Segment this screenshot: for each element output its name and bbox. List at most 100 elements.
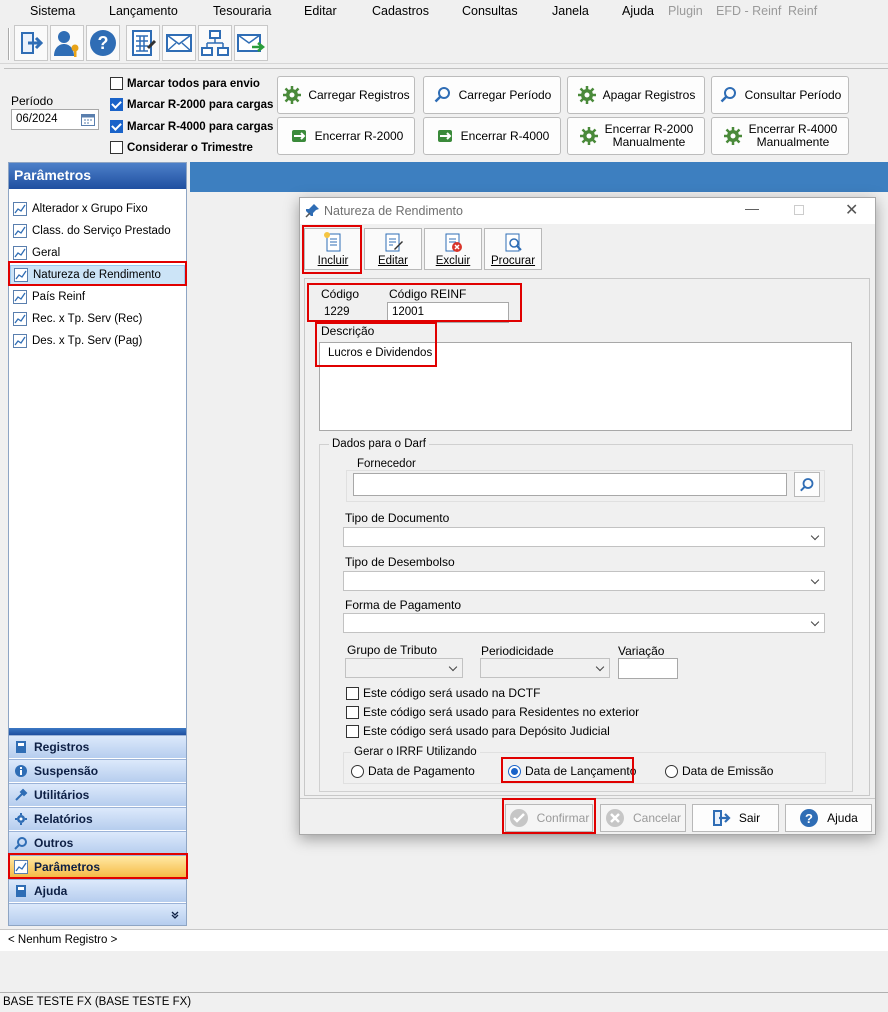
editar-label: Editar: [377, 255, 409, 267]
section-ajuda[interactable]: Ajuda: [9, 879, 186, 902]
sidebar-item-alterador[interactable]: Alterador x Grupo Fixo: [13, 199, 148, 219]
excluir-label: Excluir: [435, 255, 471, 267]
menu-ajuda[interactable]: Ajuda: [622, 4, 654, 18]
menu-consultas[interactable]: Consultas: [462, 4, 518, 18]
highlight-radio-lancamento: [501, 757, 634, 783]
fornecedor-field[interactable]: [353, 473, 787, 496]
minimize-button[interactable]: —: [745, 200, 759, 216]
search-icon: [434, 87, 450, 103]
periodo-field[interactable]: 06/2024: [11, 109, 99, 130]
marcar-r2000-box[interactable]: [110, 98, 123, 111]
mail-send-button[interactable]: [234, 25, 268, 61]
tipo-documento-select[interactable]: [343, 527, 825, 547]
section-suspensao[interactable]: Suspensão: [9, 759, 186, 782]
carregar-registros-label: Carregar Registros: [308, 87, 410, 102]
search-icon: [800, 477, 814, 491]
ajuda-button[interactable]: ? Ajuda: [785, 804, 872, 832]
search-icon: [14, 837, 27, 850]
close-period-icon: [291, 130, 306, 142]
section-utilitarios[interactable]: Utilitários: [9, 783, 186, 806]
marcar-todos-label: Marcar todos para envio: [127, 77, 260, 90]
section-outros[interactable]: Outros: [9, 831, 186, 854]
encerrar-r4000-button[interactable]: Encerrar R-4000: [423, 117, 561, 155]
section-relatorios[interactable]: Relatórios: [9, 807, 186, 830]
periodicidade-select[interactable]: [480, 658, 610, 678]
residentes-checkbox[interactable]: Este código será usado para Residentes n…: [346, 705, 639, 719]
grupo-tributo-label: Grupo de Tributo: [347, 643, 438, 657]
network-button[interactable]: [198, 25, 232, 61]
residentes-box[interactable]: [346, 705, 359, 719]
deposito-box[interactable]: [346, 724, 359, 738]
maximize-button[interactable]: [794, 205, 804, 215]
procurar-button[interactable]: Procurar: [484, 228, 542, 270]
encerrar-r2000-manual-label: Encerrar R-2000 Manualmente: [604, 122, 694, 149]
section-registros[interactable]: Registros: [9, 735, 186, 758]
sidebar-item-rec-tp-serv[interactable]: Rec. x Tp. Serv (Rec): [13, 309, 142, 329]
highlight-section: [8, 853, 188, 879]
chart-doc-icon: [13, 334, 27, 348]
sair-button[interactable]: Sair: [692, 804, 779, 832]
encerrar-r2000-button[interactable]: Encerrar R-2000: [277, 117, 415, 155]
help-button[interactable]: ?: [86, 25, 120, 61]
close-button[interactable]: ✕: [845, 200, 858, 220]
sidebar-item-class-servico[interactable]: Class. do Serviço Prestado: [13, 221, 171, 241]
exit-button[interactable]: [14, 25, 48, 61]
splitter-handle[interactable]: [9, 728, 186, 735]
user-access-button[interactable]: [50, 25, 84, 61]
excluir-button[interactable]: Excluir: [424, 228, 482, 270]
deposito-checkbox[interactable]: Este código será usado para Depósito Jud…: [346, 724, 610, 738]
menu-plugin[interactable]: Plugin: [668, 4, 703, 18]
radio-data-pagamento-circle[interactable]: [351, 764, 364, 778]
cancelar-button[interactable]: Cancelar: [600, 804, 686, 832]
dctf-checkbox[interactable]: Este código será usado na DCTF: [346, 686, 540, 700]
grupo-tributo-select[interactable]: [345, 658, 463, 678]
dctf-box[interactable]: [346, 686, 359, 700]
considerar-trimestre-checkbox[interactable]: Considerar o Trimestre: [110, 141, 253, 154]
encerrar-r2000-manual-button[interactable]: Encerrar R-2000 Manualmente: [567, 117, 705, 155]
marcar-r4000-box[interactable]: [110, 120, 123, 133]
calendar-icon[interactable]: [81, 113, 95, 126]
encerrar-r4000-label: Encerrar R-4000: [460, 128, 550, 143]
menu-cadastros[interactable]: Cadastros: [372, 4, 429, 18]
marcar-todos-checkbox[interactable]: Marcar todos para envio: [110, 77, 260, 90]
sidebar-item-label: Rec. x Tp. Serv (Rec): [32, 313, 143, 325]
mail-button[interactable]: [162, 25, 196, 61]
marcar-todos-box[interactable]: [110, 77, 123, 90]
sidebar-item-des-tp-serv[interactable]: Des. x Tp. Serv (Pag): [13, 331, 142, 351]
menu-editar[interactable]: Editar: [304, 4, 337, 18]
menu-tesouraria[interactable]: Tesouraria: [213, 4, 271, 18]
menu-sistema[interactable]: Sistema: [30, 4, 75, 18]
highlight-sidebar-item: [8, 261, 187, 286]
fornecedor-search-button[interactable]: [794, 472, 820, 497]
calculator-button[interactable]: [126, 25, 160, 61]
editar-button[interactable]: Editar: [364, 228, 422, 270]
carregar-registros-button[interactable]: Carregar Registros: [277, 76, 415, 114]
forma-pagamento-select[interactable]: [343, 613, 825, 633]
radio-data-emissao-circle[interactable]: [665, 764, 678, 778]
menu-reinf[interactable]: Reinf: [788, 4, 817, 18]
chart-doc-icon: [13, 224, 27, 238]
radio-data-pagamento[interactable]: Data de Pagamento: [351, 764, 475, 778]
marcar-r4000-checkbox[interactable]: Marcar R-4000 para cargas: [110, 120, 273, 133]
marcar-r2000-checkbox[interactable]: Marcar R-2000 para cargas: [110, 98, 273, 111]
considerar-trimestre-box[interactable]: [110, 141, 123, 154]
apagar-registros-label: Apagar Registros: [602, 87, 696, 102]
menu-janela[interactable]: Janela: [552, 4, 589, 18]
radio-data-emissao[interactable]: Data de Emissão: [665, 764, 773, 778]
encerrar-r4000-manual-button[interactable]: Encerrar R-4000 Manualmente: [711, 117, 849, 155]
sidebar-item-pais-reinf[interactable]: País Reinf: [13, 287, 85, 307]
variacao-field[interactable]: [618, 658, 678, 679]
sair-label: Sair: [738, 811, 761, 825]
highlight-codigos: [307, 283, 522, 322]
tipo-desembolso-select[interactable]: [343, 571, 825, 591]
carregar-periodo-button[interactable]: Carregar Período: [423, 76, 561, 114]
marcar-r4000-label: Marcar R-4000 para cargas: [127, 120, 274, 133]
apagar-registros-button[interactable]: Apagar Registros: [567, 76, 705, 114]
menu-efd-reinf[interactable]: EFD - Reinf: [716, 4, 781, 18]
user-key-icon: [54, 31, 79, 57]
toolbar-separator: [8, 28, 10, 60]
menu-lancamento[interactable]: Lançamento: [109, 4, 178, 18]
sidebar-overflow-button[interactable]: [9, 903, 186, 925]
consultar-periodo-button[interactable]: Consultar Período: [711, 76, 849, 114]
sidebar-item-geral[interactable]: Geral: [13, 243, 60, 263]
